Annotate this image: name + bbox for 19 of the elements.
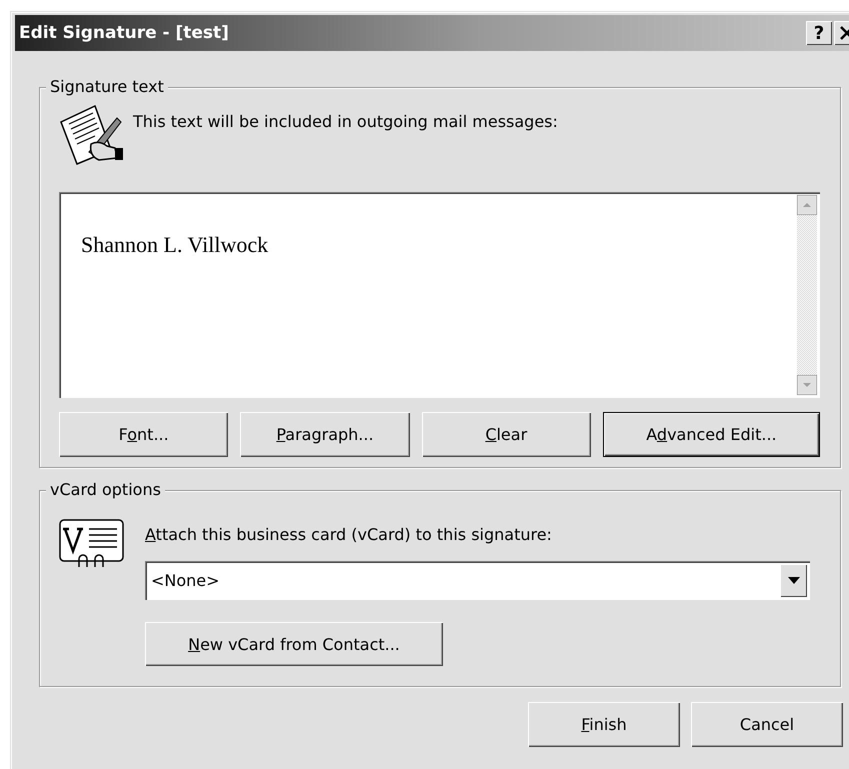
format-button[interactable]: Clear xyxy=(422,412,591,457)
dialog-button[interactable]: Finish xyxy=(528,702,680,747)
format-button[interactable]: Font... xyxy=(59,412,228,457)
card-icon xyxy=(59,519,125,569)
prompt-text: This text will be included in outgoing mail messages: xyxy=(133,112,558,133)
vcard-dropdown[interactable]: <None> xyxy=(145,561,810,600)
window-title: Edit Signature - [test] xyxy=(19,23,230,43)
new-vcard-button[interactable]: New vCard from Contact... xyxy=(145,622,443,666)
dialog-button[interactable]: Cancel xyxy=(691,702,843,747)
help-button[interactable]: ? xyxy=(806,21,832,45)
attach-label: Attach this business card (vCard) to this signature: xyxy=(145,525,553,544)
scrollbar[interactable] xyxy=(797,195,817,395)
format-button[interactable]: Paragraph... xyxy=(240,412,410,457)
group-legend: Signature text xyxy=(46,77,168,96)
scroll-up-button[interactable] xyxy=(797,195,817,215)
format-button[interactable]: Advanced Edit... xyxy=(602,412,820,457)
dropdown-arrow-icon xyxy=(788,577,800,584)
scroll-down-button[interactable] xyxy=(797,375,817,395)
group-legend: vCard options xyxy=(46,480,165,499)
